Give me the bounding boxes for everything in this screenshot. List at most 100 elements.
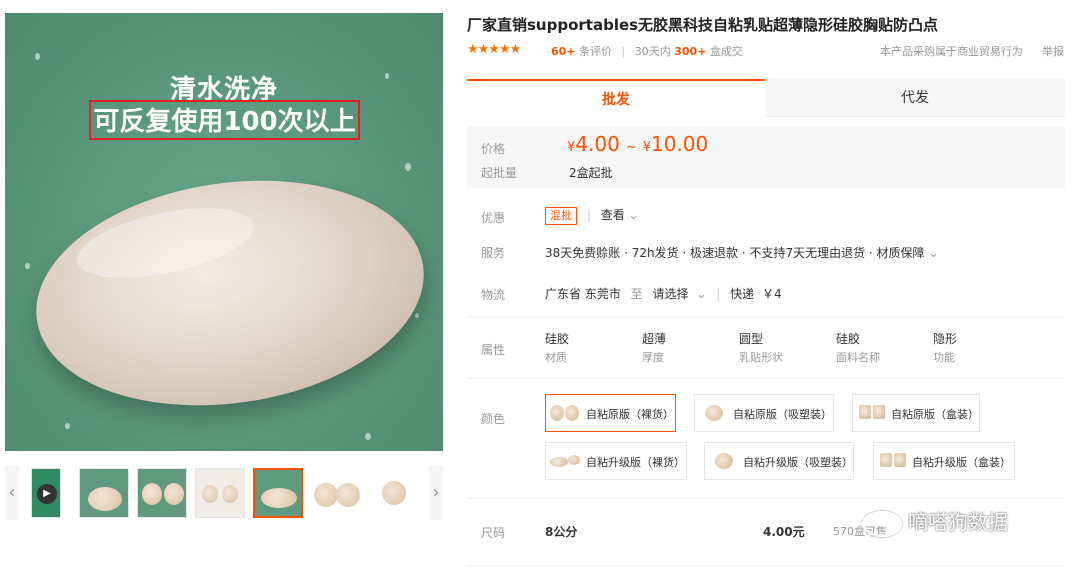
price-high: 10.00 (651, 132, 709, 156)
attribute-value: 超薄 (642, 332, 667, 346)
chevron-down-icon[interactable]: ⌄ (928, 246, 938, 260)
thumbnail-prev-arrow[interactable]: ‹ (5, 466, 19, 520)
watermark: 嘀嗒狗数据 (862, 506, 1008, 537)
attribute-item: 隐形 功能 (933, 330, 957, 365)
service-label: 服务 (481, 246, 506, 260)
option-thumbnail (709, 447, 739, 475)
color-option[interactable]: 自粘原版（盒装） (852, 394, 980, 432)
pad-thumbnail-graphic (873, 405, 885, 419)
option-label: 自粘升级版（盒装） (912, 456, 1011, 469)
section-divider (467, 566, 1065, 567)
review-and-sales: 60+ 条评价 | 30天内 300+ 盒成交 (551, 43, 743, 59)
wechat-icon (862, 510, 902, 537)
option-thumbnail (878, 447, 908, 475)
pad-thumbnail-graphic (164, 483, 184, 505)
image-caption-line2: 可反复使用100次以上 (93, 107, 356, 137)
purchase-mode-tabs: 批发 代发 (467, 79, 1065, 117)
divider: | (586, 208, 591, 222)
promo-row: 混批 | 查看 ⌄ (545, 206, 639, 225)
option-label: 自粘原版（裸货） (586, 408, 674, 421)
chevron-down-icon[interactable]: ⌄ (696, 287, 706, 301)
section-divider (467, 378, 1065, 379)
thumbnail-image[interactable] (195, 468, 245, 518)
option-thumbnail (699, 399, 729, 427)
water-droplet (405, 163, 411, 171)
pad-thumbnail-graphic (550, 457, 568, 467)
attribute-value: 硅胶 (545, 332, 570, 346)
destination-select[interactable]: 请选择 (653, 287, 689, 301)
pad-thumbnail-graphic (880, 453, 892, 467)
thumbnail-video[interactable]: ▶ (31, 468, 61, 518)
pad-thumbnail-graphic (261, 488, 297, 508)
attribute-key: 功能 (933, 351, 955, 364)
thumbnail-image-active[interactable] (253, 468, 303, 518)
tab-dropship[interactable]: 代发 (765, 79, 1065, 117)
color-option[interactable]: 自粘升级版（盒装） (873, 442, 1015, 480)
pad-thumbnail-graphic (382, 481, 406, 505)
promo-view-link[interactable]: 查看 (601, 208, 625, 222)
water-droplet (365, 433, 371, 440)
shipping-fee: ￥4 (761, 287, 782, 301)
pad-thumbnail-graphic (715, 453, 733, 469)
chevron-down-icon[interactable]: ⌄ (629, 208, 639, 222)
pad-thumbnail-graphic (894, 453, 906, 467)
service-row[interactable]: 38天免费赊账 · 72h发货 · 极速退款 · 不支持7天无理由退货 · 材质… (545, 244, 938, 261)
promo-label: 优惠 (481, 211, 506, 225)
thumbnail-image[interactable] (369, 468, 419, 518)
rating-summary: ★★★★★ 60+ 条评价 | 30天内 300+ 盒成交 本产品采购属于商业贸… (467, 42, 1067, 58)
price-range-tilde: ~ (625, 140, 637, 155)
water-droplet (25, 263, 30, 269)
attribute-item: 超薄 厚度 (642, 330, 666, 365)
color-option[interactable]: 自粘升级版（裸货） (545, 442, 687, 480)
attribute-key: 材质 (545, 351, 567, 364)
star-rating-icon: ★★★★★ (467, 42, 521, 57)
moq-value: 2盒起批 (569, 166, 613, 180)
option-thumbnail (550, 399, 580, 427)
main-product-image[interactable]: 清水洗净 可反复使用100次以上 (5, 13, 443, 451)
sales-prefix: 30天内 (634, 45, 671, 58)
report-link[interactable]: 举报 (1042, 43, 1064, 59)
size-value[interactable]: 8公分 (545, 523, 577, 540)
trade-note: 本产品采购属于商业贸易行为 (880, 45, 1023, 58)
attribute-item: 硅胶 材质 (545, 330, 569, 365)
attribute-value: 硅胶 (836, 332, 861, 346)
option-thumbnail (550, 447, 580, 475)
section-divider (467, 316, 1065, 317)
divider: | (716, 287, 721, 301)
logistics-row: 广东省 东莞市 至 请选择 ⌄ | 快递 ￥4 (545, 285, 782, 302)
color-option[interactable]: 自粘原版（吸塑装） (694, 394, 834, 432)
review-count[interactable]: 60+ (551, 45, 576, 58)
size-price: 4.00元 (763, 525, 805, 539)
option-label: 自粘原版（盒装） (891, 408, 979, 421)
tab-wholesale[interactable]: 批发 (467, 79, 765, 117)
thumbnail-image[interactable] (311, 468, 361, 518)
pad-thumbnail-graphic (88, 487, 122, 511)
pad-thumbnail-graphic (314, 483, 338, 507)
express-label: 快递 (730, 287, 755, 301)
thumbnail-image[interactable] (137, 468, 187, 518)
water-droplet (65, 423, 70, 429)
thumbnail-next-arrow[interactable]: › (429, 466, 443, 520)
to-word: 至 (630, 287, 643, 301)
watermark-text: 嘀嗒狗数据 (908, 510, 1008, 534)
mixed-batch-tag: 混批 (545, 207, 577, 225)
pad-thumbnail-graphic (859, 405, 871, 419)
currency-symbol: ¥ (642, 140, 651, 155)
attribute-item: 圆型 乳贴形状 (739, 330, 783, 365)
color-option[interactable]: 自粘原版（裸货） (545, 394, 676, 432)
attribute-key: 乳贴形状 (739, 351, 783, 364)
attributes-label: 属性 (481, 343, 506, 357)
thumbnail-image[interactable] (79, 468, 129, 518)
water-droplet (35, 53, 40, 60)
sales-count: 300+ (674, 45, 707, 58)
attribute-value: 圆型 (739, 332, 764, 346)
sales-suffix: 盒成交 (709, 45, 743, 58)
moq-label: 起批量 (481, 166, 518, 180)
ship-from: 广东省 东莞市 (545, 287, 621, 301)
pad-thumbnail-graphic (568, 455, 580, 465)
pad-thumbnail-graphic (565, 405, 579, 421)
color-option[interactable]: 自粘升级版（吸塑装） (704, 442, 854, 480)
option-label: 自粘原版（吸塑装） (733, 408, 832, 421)
section-divider (467, 498, 1065, 499)
review-label[interactable]: 条评价 (579, 45, 612, 58)
